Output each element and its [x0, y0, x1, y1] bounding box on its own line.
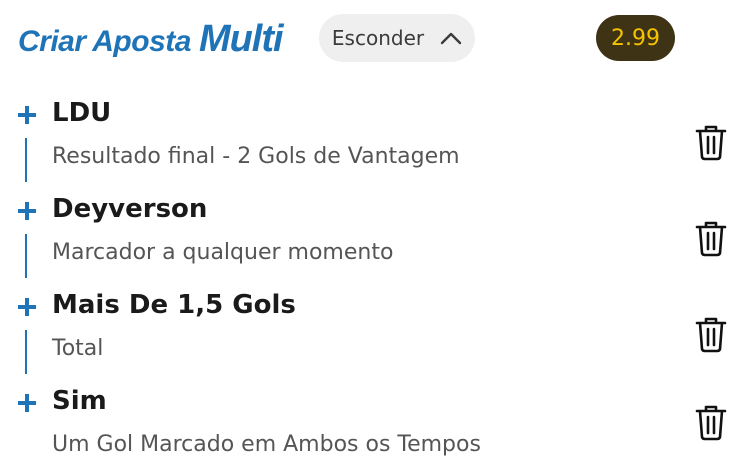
plus-icon	[16, 200, 38, 222]
trash-icon	[695, 125, 727, 161]
selection-connector-line	[25, 138, 27, 182]
selection-title: Sim	[52, 386, 107, 416]
selection-subtitle: Um Gol Marcado em Ambos os Tempos	[52, 432, 481, 457]
selection-subtitle: Resultado final - 2 Gols de Vantagem	[52, 144, 460, 169]
selection-title: Deyverson	[52, 194, 208, 224]
bet-builder-logo: Criar Aposta Multi	[18, 18, 284, 60]
selection-item: Deyverson Marcador a qualquer momento	[0, 190, 756, 280]
remove-selection-button[interactable]	[693, 314, 729, 354]
selection-title: Mais De 1,5 Gols	[52, 290, 296, 320]
selection-item: LDU Resultado final - 2 Gols de Vantagem	[0, 94, 756, 184]
total-odds-badge: 2.99	[596, 15, 675, 61]
bet-builder-header: Criar Aposta Multi Esconder 2.99	[0, 0, 756, 80]
plus-icon	[16, 392, 38, 414]
selection-subtitle: Total	[52, 336, 104, 361]
chevron-up-icon	[440, 31, 462, 45]
selection-connector-line	[25, 234, 27, 278]
plus-icon	[16, 104, 38, 126]
selection-title: LDU	[52, 98, 112, 128]
hide-button[interactable]: Esconder	[319, 14, 475, 62]
trash-icon	[695, 317, 727, 353]
brand-multi-text: Multi	[198, 18, 284, 60]
remove-selection-button[interactable]	[693, 122, 729, 162]
trash-icon	[695, 221, 727, 257]
plus-icon	[16, 296, 38, 318]
selection-item: Sim Um Gol Marcado em Ambos os Tempos	[0, 382, 756, 472]
selection-connector-line	[25, 330, 27, 374]
selection-item: Mais De 1,5 Gols Total	[0, 286, 756, 376]
selection-subtitle: Marcador a qualquer momento	[52, 240, 394, 265]
brand-text: Criar Aposta	[18, 25, 191, 58]
trash-icon	[695, 405, 727, 441]
hide-button-label: Esconder	[331, 26, 425, 50]
remove-selection-button[interactable]	[693, 218, 729, 258]
remove-selection-button[interactable]	[693, 402, 729, 442]
